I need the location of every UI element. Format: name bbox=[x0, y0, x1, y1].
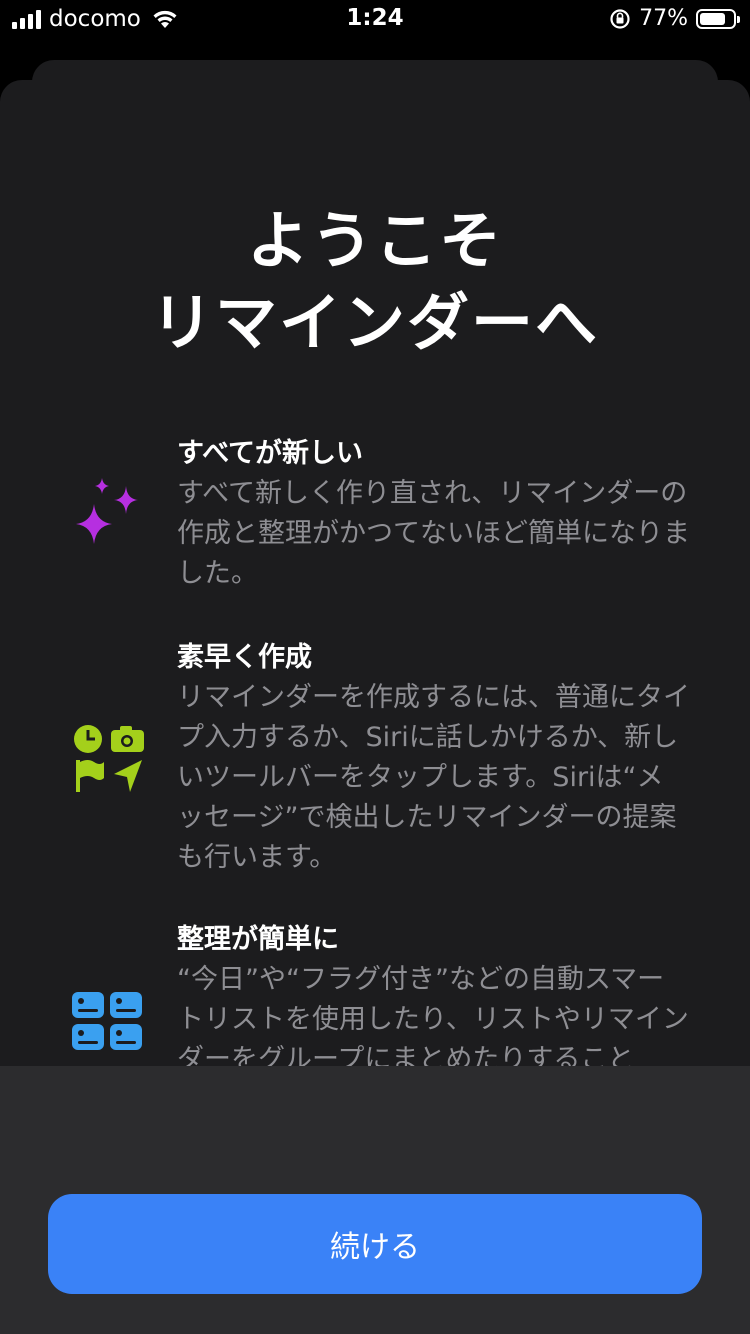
sparkles-icon bbox=[66, 472, 150, 560]
feature-description: すべて新しく作り直され、リマインダーの作成と整理がかつてないほど簡単になりました… bbox=[177, 478, 690, 589]
lists-grid-icon bbox=[72, 990, 144, 1056]
toolbar-icons bbox=[72, 720, 146, 798]
battery-percent: 77% bbox=[639, 6, 688, 31]
feature-heading: 素早く作成 bbox=[177, 642, 312, 673]
welcome-title: ようこそ リマインダーへ bbox=[0, 200, 750, 364]
feature-description: “今日”や“フラグ付き”などの自動スマートリストを使用したり、リストやリマインダ… bbox=[177, 964, 689, 1075]
welcome-title-line2: リマインダーへ bbox=[150, 286, 599, 359]
status-bar: docomo 1:24 77% bbox=[0, 0, 750, 40]
feature-heading: すべてが新しい bbox=[177, 438, 364, 469]
welcome-sheet: ようこそ リマインダーへ すべてが新しい すべて新しく作り直され、リマインダーの… bbox=[0, 80, 750, 1334]
feature-description: リマインダーを作成するには、普通にタイプ入力するか、Siriに話しかけるか、新し… bbox=[177, 682, 690, 873]
orientation-lock-icon bbox=[610, 8, 630, 29]
battery-icon bbox=[696, 8, 740, 29]
feature-heading: 整理が簡単に bbox=[177, 924, 339, 955]
continue-button[interactable]: 続ける bbox=[48, 1194, 702, 1294]
welcome-title-line1: ようこそ bbox=[246, 204, 503, 277]
bottom-action-panel: 続ける bbox=[0, 1066, 750, 1334]
